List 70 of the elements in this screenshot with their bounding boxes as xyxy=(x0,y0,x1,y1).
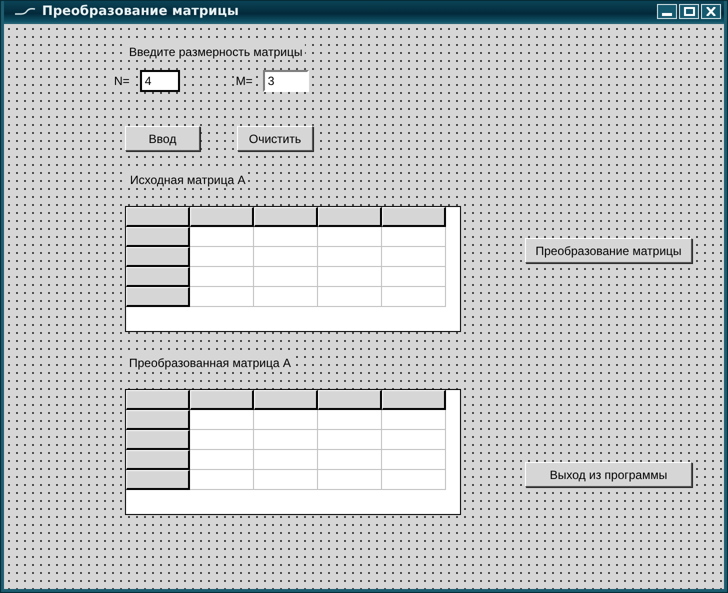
table-cell[interactable] xyxy=(382,247,446,267)
table-cell[interactable] xyxy=(190,430,254,450)
table-cell[interactable] xyxy=(382,430,446,450)
table-cell[interactable] xyxy=(318,247,382,267)
header-cell xyxy=(254,390,318,410)
close-button[interactable] xyxy=(701,4,721,19)
maximize-icon xyxy=(684,7,694,16)
header-cell xyxy=(126,227,190,247)
field-label: N= xyxy=(112,74,132,88)
input-field[interactable]: 3 xyxy=(262,70,309,92)
table-cell[interactable] xyxy=(254,247,318,267)
table-cell[interactable] xyxy=(190,247,254,267)
table-cell[interactable] xyxy=(254,227,318,247)
table-cell[interactable] xyxy=(382,267,446,287)
maximize-button[interactable] xyxy=(679,4,699,19)
table-cell[interactable] xyxy=(254,410,318,430)
header-cell xyxy=(126,430,190,450)
table-cell[interactable] xyxy=(382,227,446,247)
table-cell[interactable] xyxy=(318,267,382,287)
table-cell[interactable] xyxy=(190,410,254,430)
minimize-button[interactable] xyxy=(657,4,677,19)
matrix-table[interactable] xyxy=(125,389,461,515)
header-cell xyxy=(382,390,446,410)
table-cell[interactable] xyxy=(254,287,318,307)
table-cell[interactable] xyxy=(254,450,318,470)
table-cell[interactable] xyxy=(254,470,318,490)
enter-button[interactable]: Ввод xyxy=(125,126,200,151)
app-icon xyxy=(14,6,36,16)
size-prompt: Введите размерность матрицы xyxy=(126,44,306,60)
table-cell[interactable] xyxy=(318,450,382,470)
table-cell[interactable] xyxy=(190,267,254,287)
header-cell xyxy=(126,247,190,267)
matrix-table[interactable] xyxy=(125,206,461,332)
table-cell[interactable] xyxy=(318,227,382,247)
header-cell xyxy=(126,470,190,490)
header-cell xyxy=(126,410,190,430)
table-cell[interactable] xyxy=(382,410,446,430)
header-cell xyxy=(126,450,190,470)
header-cell xyxy=(318,390,382,410)
table-cell[interactable] xyxy=(190,450,254,470)
header-cell xyxy=(126,287,190,307)
table-cell[interactable] xyxy=(318,430,382,450)
window-title: Преобразование матрицы xyxy=(42,4,240,19)
clear-button[interactable]: Очистить xyxy=(237,126,313,151)
field-label: M= xyxy=(234,74,255,88)
table-cell[interactable] xyxy=(318,287,382,307)
header-cell xyxy=(126,267,190,287)
header-cell xyxy=(126,207,190,227)
table-cell[interactable] xyxy=(190,227,254,247)
transform-button[interactable]: Преобразование матрицы xyxy=(525,238,692,263)
close-icon xyxy=(706,7,716,16)
table-cell[interactable] xyxy=(190,287,254,307)
table-cell[interactable] xyxy=(190,470,254,490)
table-cell[interactable] xyxy=(254,430,318,450)
table-cell[interactable] xyxy=(382,287,446,307)
matrix-title: Исходная матрица А xyxy=(127,172,248,188)
header-cell xyxy=(126,390,190,410)
table-cell[interactable] xyxy=(254,267,318,287)
table-cell[interactable] xyxy=(382,470,446,490)
table-cell[interactable] xyxy=(318,470,382,490)
exit-button[interactable]: Выход из программы xyxy=(525,462,692,487)
header-cell xyxy=(254,207,318,227)
header-cell xyxy=(382,207,446,227)
header-cell xyxy=(190,207,254,227)
matrix-title: Преобразованная матрица А xyxy=(126,355,294,371)
header-cell xyxy=(318,207,382,227)
table-cell[interactable] xyxy=(318,410,382,430)
input-field[interactable]: 4 xyxy=(140,70,180,92)
header-cell xyxy=(190,390,254,410)
table-cell[interactable] xyxy=(382,450,446,470)
